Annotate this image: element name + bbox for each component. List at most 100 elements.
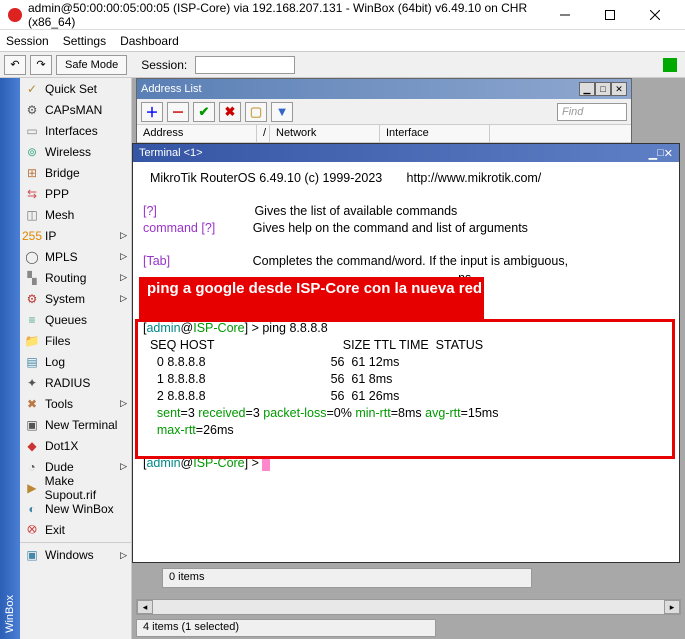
add-button[interactable]: ＋ — [141, 102, 163, 122]
sidebar-item-bridge[interactable]: ⊞Bridge — [20, 162, 131, 183]
sidebar-label: RADIUS — [45, 376, 90, 390]
sidebar-item-files[interactable]: 📁Files — [20, 330, 131, 351]
terminal-window[interactable]: Terminal <1> ▁ □ ✕ MikroTik RouterOS 6.4… — [132, 143, 680, 563]
capsman-icon: ⚙ — [24, 102, 40, 118]
sidebar-item-radius[interactable]: ✦ RADIUS — [20, 372, 131, 393]
close-button[interactable] — [632, 0, 677, 30]
toolbar: ↶ ↷ Safe Mode Session: — [0, 52, 685, 78]
sidebar-label: Log — [45, 355, 65, 369]
routing-icon: ▚ — [24, 270, 40, 286]
sidebar-label: IP — [45, 229, 56, 243]
window-titlebar: admin@50:00:00:05:00:05 (ISP-Core) via 1… — [0, 0, 685, 30]
disable-button[interactable]: ✖ — [219, 102, 241, 122]
sidebar: ✓Quick Set⚙CAPsMAN ▭ Interfaces ⊚Wireless⊞B… — [20, 78, 132, 639]
sidebar-label: System — [45, 292, 85, 306]
enable-button[interactable]: ✔ — [193, 102, 215, 122]
sidebar-item-tools[interactable]: ✖Tools▷ — [20, 393, 131, 414]
address-toolbar: ＋ － ✔ ✖ ▢ ▼ Find — [137, 99, 631, 125]
status-bar: 4 items (1 selected) — [136, 619, 436, 637]
sidebar-item-make-supout[interactable]: ▶Make Supout.rif — [20, 477, 131, 498]
sidebar-label: Queues — [45, 313, 87, 327]
terminal-body[interactable]: MikroTik RouterOS 6.49.10 (c) 1999-2023 … — [133, 162, 679, 480]
term-close-button[interactable]: ✕ — [664, 147, 673, 160]
radius-icon: ✦ — [24, 375, 40, 391]
sidebar-item-exit[interactable]: ⭙ Exit — [20, 519, 131, 540]
menu-session[interactable]: Session — [6, 34, 49, 48]
session-input[interactable] — [195, 56, 295, 74]
col-interface[interactable]: Interface — [380, 125, 490, 142]
sidebar-item-windows[interactable]: ▣Windows▷ — [20, 542, 131, 565]
exit-icon: ⭙ — [24, 522, 40, 538]
menu-dashboard[interactable]: Dashboard — [120, 34, 179, 48]
sidebar-label: Routing — [45, 271, 86, 285]
sidebar-item-ip[interactable]: 255IP▷ — [20, 225, 131, 246]
mpls-icon: ◯ — [24, 249, 40, 265]
sidebar-item-interfaces[interactable]: ▭ Interfaces — [20, 120, 131, 141]
sidebar-item-log[interactable]: ▤Log — [20, 351, 131, 372]
col-sort-indicator[interactable]: / — [257, 125, 270, 142]
quick-set-icon: ✓ — [24, 81, 40, 97]
term-maximize-button[interactable]: □ — [657, 147, 664, 160]
dude-icon: ◔ — [24, 459, 40, 475]
ppp-icon: ⇆ — [24, 186, 40, 202]
find-input[interactable]: Find — [557, 103, 627, 121]
items-bar: 0 items — [162, 568, 532, 588]
menu-settings[interactable]: Settings — [63, 34, 106, 48]
sidebar-item-system[interactable]: ⚙System▷ — [20, 288, 131, 309]
sidebar-item-queues[interactable]: ≡Queues — [20, 309, 131, 330]
sidebar-item-capsman[interactable]: ⚙CAPsMAN — [20, 99, 131, 120]
tools-icon: ✖ — [24, 396, 40, 412]
terminal-header[interactable]: Terminal <1> ▁ □ ✕ — [133, 144, 679, 162]
address-list-header[interactable]: Address List ▁ □ ✕ — [137, 79, 631, 99]
sidebar-item-routing[interactable]: ▚ Routing ▷ — [20, 267, 131, 288]
sidebar-label: Windows — [45, 548, 94, 562]
sidebar-label: Make Supout.rif — [45, 474, 127, 502]
addr-maximize-button[interactable]: □ — [595, 82, 611, 96]
sidebar-label: Exit — [45, 523, 65, 537]
sidebar-label: Interfaces — [45, 124, 98, 138]
annotation-box: ping a google desde ISP-Core con la nuev… — [139, 277, 484, 319]
wireless-icon: ⊚ — [24, 144, 40, 160]
sidebar-item-mpls[interactable]: ◯MPLS▷ — [20, 246, 131, 267]
comment-button[interactable]: ▢ — [245, 102, 267, 122]
window-title: admin@50:00:00:05:00:05 (ISP-Core) via 1… — [28, 1, 542, 29]
addr-minimize-button[interactable]: ▁ — [579, 82, 595, 96]
new-terminal-icon: ▣ — [24, 417, 40, 433]
maximize-button[interactable] — [587, 0, 632, 30]
app-icon — [8, 8, 22, 22]
sidebar-item-dot1x[interactable]: ◆ Dot1X — [20, 435, 131, 456]
sidebar-label: Mesh — [45, 208, 74, 222]
bridge-icon: ⊞ — [24, 165, 40, 181]
sidebar-label: Dude — [45, 460, 74, 474]
safe-mode-button[interactable]: Safe Mode — [56, 55, 127, 75]
scroll-right-button[interactable]: ▸ — [664, 600, 680, 614]
sidebar-item-wireless[interactable]: ⊚Wireless — [20, 141, 131, 162]
horizontal-scrollbar[interactable]: ◂ ▸ — [136, 599, 681, 615]
chevron-right-icon: ▷ — [120, 398, 127, 409]
chevron-right-icon: ▷ — [120, 272, 127, 283]
term-minimize-button[interactable]: ▁ — [649, 147, 657, 160]
terminal-title: Terminal <1> — [139, 147, 203, 159]
col-address[interactable]: Address — [137, 125, 257, 142]
dot1x-icon: ◆ — [24, 438, 40, 454]
new-winbox-icon: ◐ — [24, 501, 40, 517]
redo-button[interactable]: ↷ — [30, 55, 52, 75]
minimize-button[interactable] — [542, 0, 587, 30]
undo-button[interactable]: ↶ — [4, 55, 26, 75]
addr-close-button[interactable]: ✕ — [611, 82, 627, 96]
sidebar-item-ppp[interactable]: ⇆PPP — [20, 183, 131, 204]
sidebar-label: Dot1X — [45, 439, 78, 453]
sidebar-item-quick-set[interactable]: ✓Quick Set — [20, 78, 131, 99]
make-supout-icon: ▶ — [24, 480, 40, 496]
session-label: Session: — [141, 58, 187, 72]
menu-bar: Session Settings Dashboard — [0, 30, 685, 52]
sidebar-item-mesh[interactable]: ◫Mesh — [20, 204, 131, 225]
scroll-left-button[interactable]: ◂ — [137, 600, 153, 614]
col-network[interactable]: Network — [270, 125, 380, 142]
remove-button[interactable]: － — [167, 102, 189, 122]
filter-button[interactable]: ▼ — [271, 102, 293, 122]
sidebar-item-new-terminal[interactable]: ▣New Terminal — [20, 414, 131, 435]
status-indicator-icon — [663, 58, 677, 72]
address-list-title: Address List — [141, 83, 202, 95]
interfaces-icon: ▭ — [24, 123, 40, 139]
